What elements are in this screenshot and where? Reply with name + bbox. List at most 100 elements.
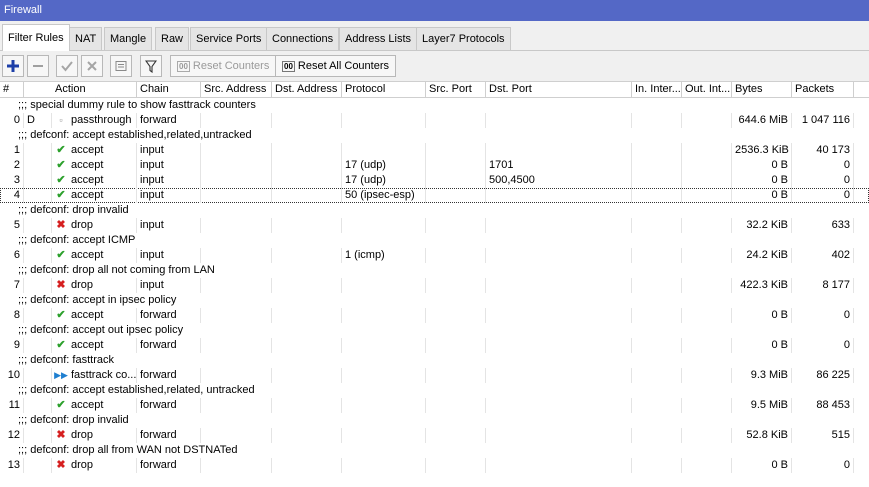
cell-dst-port: 500,4500	[486, 173, 632, 188]
column-header-dst-address[interactable]: Dst. Address	[272, 82, 342, 97]
comment-button[interactable]	[110, 55, 132, 77]
cell-action: ✔ accept	[52, 398, 137, 413]
column-header-action[interactable]: Action	[52, 82, 137, 97]
cell-src-address	[201, 113, 272, 128]
table-row[interactable]: 11 ✔ accept forward 9.5 MiB 88 453	[0, 398, 869, 413]
cell-bytes: 0 B	[732, 158, 792, 173]
cell-bytes: 422.3 KiB	[732, 278, 792, 293]
action-label: fasttrack co...	[71, 369, 137, 381]
column-header-bytes[interactable]: Bytes	[732, 82, 792, 97]
table-row[interactable]: 9 ✔ accept forward 0 B0	[0, 338, 869, 353]
passthrough-icon: ▫	[59, 115, 63, 125]
tab-connections[interactable]: Connections	[266, 27, 340, 50]
cell-packets: 0	[792, 308, 854, 323]
action-label: accept	[71, 399, 104, 411]
cell-number: 6	[0, 248, 24, 263]
table-row[interactable]: 2 ✔ accept input 17 (udp) 1701 0 B0	[0, 158, 869, 173]
table-row[interactable]: 12 ✖ drop forward 52.8 KiB 515	[0, 428, 869, 443]
cell-flag: D	[24, 113, 52, 128]
comment-row[interactable]: ;;; defconf: accept in ipsec policy	[0, 293, 869, 308]
cell-dst-address	[272, 218, 342, 233]
cell-src-port	[426, 113, 486, 128]
comment-row[interactable]: ;;; defconf: fasttrack	[0, 353, 869, 368]
cell-out-interface	[682, 248, 732, 263]
fasttrack-icon: ▶▶	[54, 370, 68, 380]
table-row[interactable]: 8 ✔ accept forward 0 B0	[0, 308, 869, 323]
cell-number: 10	[0, 368, 24, 383]
accept-icon: ✔	[56, 399, 66, 411]
cell-chain: input	[137, 143, 201, 158]
comment-row[interactable]: ;;; defconf: drop invalid	[0, 413, 869, 428]
table-row[interactable]: 4 ✔ accept input 50 (ipsec-esp) 0 B0	[0, 188, 869, 203]
cell-action: ✖ drop	[52, 458, 137, 473]
cell-in-interface	[632, 368, 682, 383]
table-row[interactable]: 7 ✖ drop input 422.3 KiB 8 177	[0, 278, 869, 293]
cell-packets: 0	[792, 338, 854, 353]
column-header-src-address[interactable]: Src. Address	[201, 82, 272, 97]
table-row[interactable]: 10 ▶▶ fasttrack co... forward 9.3 MiB 86 225	[0, 368, 869, 383]
column-header-packets[interactable]: Packets	[792, 82, 854, 97]
tab-nat[interactable]: NAT	[69, 27, 103, 50]
comment-row[interactable]: ;;; defconf: drop invalid	[0, 203, 869, 218]
cell-out-interface	[682, 143, 732, 158]
cell-dst-address	[272, 173, 342, 188]
accept-icon: ✔	[56, 174, 66, 186]
cell-bytes: 9.3 MiB	[732, 368, 792, 383]
column-header-dst-port[interactable]: Dst. Port	[486, 82, 632, 97]
cell-dst-port	[486, 188, 632, 203]
cell-in-interface	[632, 398, 682, 413]
cell-src-port	[426, 218, 486, 233]
x-icon	[87, 61, 97, 71]
disable-button[interactable]	[81, 55, 103, 77]
cell-bytes: 32.2 KiB	[732, 218, 792, 233]
table-row[interactable]: 13 ✖ drop forward 0 B0	[0, 458, 869, 473]
column-header-in-interface[interactable]: In. Inter...	[632, 82, 682, 97]
tab-service-ports[interactable]: Service Ports	[190, 27, 268, 50]
cell-dst-port	[486, 218, 632, 233]
cell-protocol	[342, 458, 426, 473]
cell-bytes: 0 B	[732, 308, 792, 323]
cell-chain: forward	[137, 338, 201, 353]
table-row[interactable]: 3 ✔ accept input 17 (udp) 500,4500 0 B0	[0, 173, 869, 188]
comment-row[interactable]: ;;; defconf: accept established,related,…	[0, 128, 869, 143]
table-row[interactable]: 0 D ▫ passthrough forward 644.6 MiB 1 047 116	[0, 113, 869, 128]
table-row[interactable]: 6 ✔ accept input 1 (icmp) 24.2 KiB 402	[0, 248, 869, 263]
filter-button[interactable]	[140, 55, 162, 77]
cell-packets: 8 177	[792, 278, 854, 293]
add-button[interactable]	[2, 55, 24, 77]
cell-dst-address	[272, 278, 342, 293]
column-header-chain[interactable]: Chain	[137, 82, 201, 97]
reset-all-counters-button[interactable]: 00 Reset All Counters	[275, 55, 397, 77]
comment-row[interactable]: ;;; defconf: accept ICMP	[0, 233, 869, 248]
drop-icon: ✖	[56, 279, 66, 291]
cell-src-address	[201, 398, 272, 413]
rule-comment: ;;; defconf: drop all not coming from LA…	[18, 264, 215, 276]
tab-filter-rules[interactable]: Filter Rules	[2, 24, 70, 51]
table-row[interactable]: 5 ✖ drop input 32.2 KiB 633	[0, 218, 869, 233]
cell-number: 8	[0, 308, 24, 323]
tab-layer7-protocols[interactable]: Layer7 Protocols	[416, 27, 511, 50]
rule-comment: ;;; defconf: drop invalid	[18, 414, 129, 426]
rule-comment: ;;; defconf: drop all from WAN not DSTNA…	[18, 444, 238, 456]
tab-raw[interactable]: Raw	[155, 27, 190, 50]
reset-counters-button[interactable]: 00 Reset Counters	[170, 55, 277, 77]
table-row[interactable]: 1 ✔ accept input 2536.3 KiB 40 173	[0, 143, 869, 158]
column-header-src-port[interactable]: Src. Port	[426, 82, 486, 97]
cell-number: 13	[0, 458, 24, 473]
comment-row[interactable]: ;;; special dummy rule to show fasttrack…	[0, 98, 869, 113]
column-header-out-interface[interactable]: Out. Int...	[682, 82, 732, 97]
cell-in-interface	[632, 338, 682, 353]
cell-flag	[24, 458, 52, 473]
comment-row[interactable]: ;;; defconf: drop all not coming from LA…	[0, 263, 869, 278]
column-header-protocol[interactable]: Protocol	[342, 82, 426, 97]
enable-button[interactable]	[56, 55, 78, 77]
tab-address-lists[interactable]: Address Lists	[339, 27, 418, 50]
tab-mangle[interactable]: Mangle	[104, 27, 153, 50]
cell-action: ✔ accept	[52, 248, 137, 263]
column-header-number[interactable]: #	[0, 82, 24, 97]
remove-button[interactable]	[27, 55, 49, 77]
comment-row[interactable]: ;;; defconf: accept established,related,…	[0, 383, 869, 398]
comment-row[interactable]: ;;; defconf: drop all from WAN not DSTNA…	[0, 443, 869, 458]
cell-chain: input	[137, 218, 201, 233]
comment-row[interactable]: ;;; defconf: accept out ipsec policy	[0, 323, 869, 338]
